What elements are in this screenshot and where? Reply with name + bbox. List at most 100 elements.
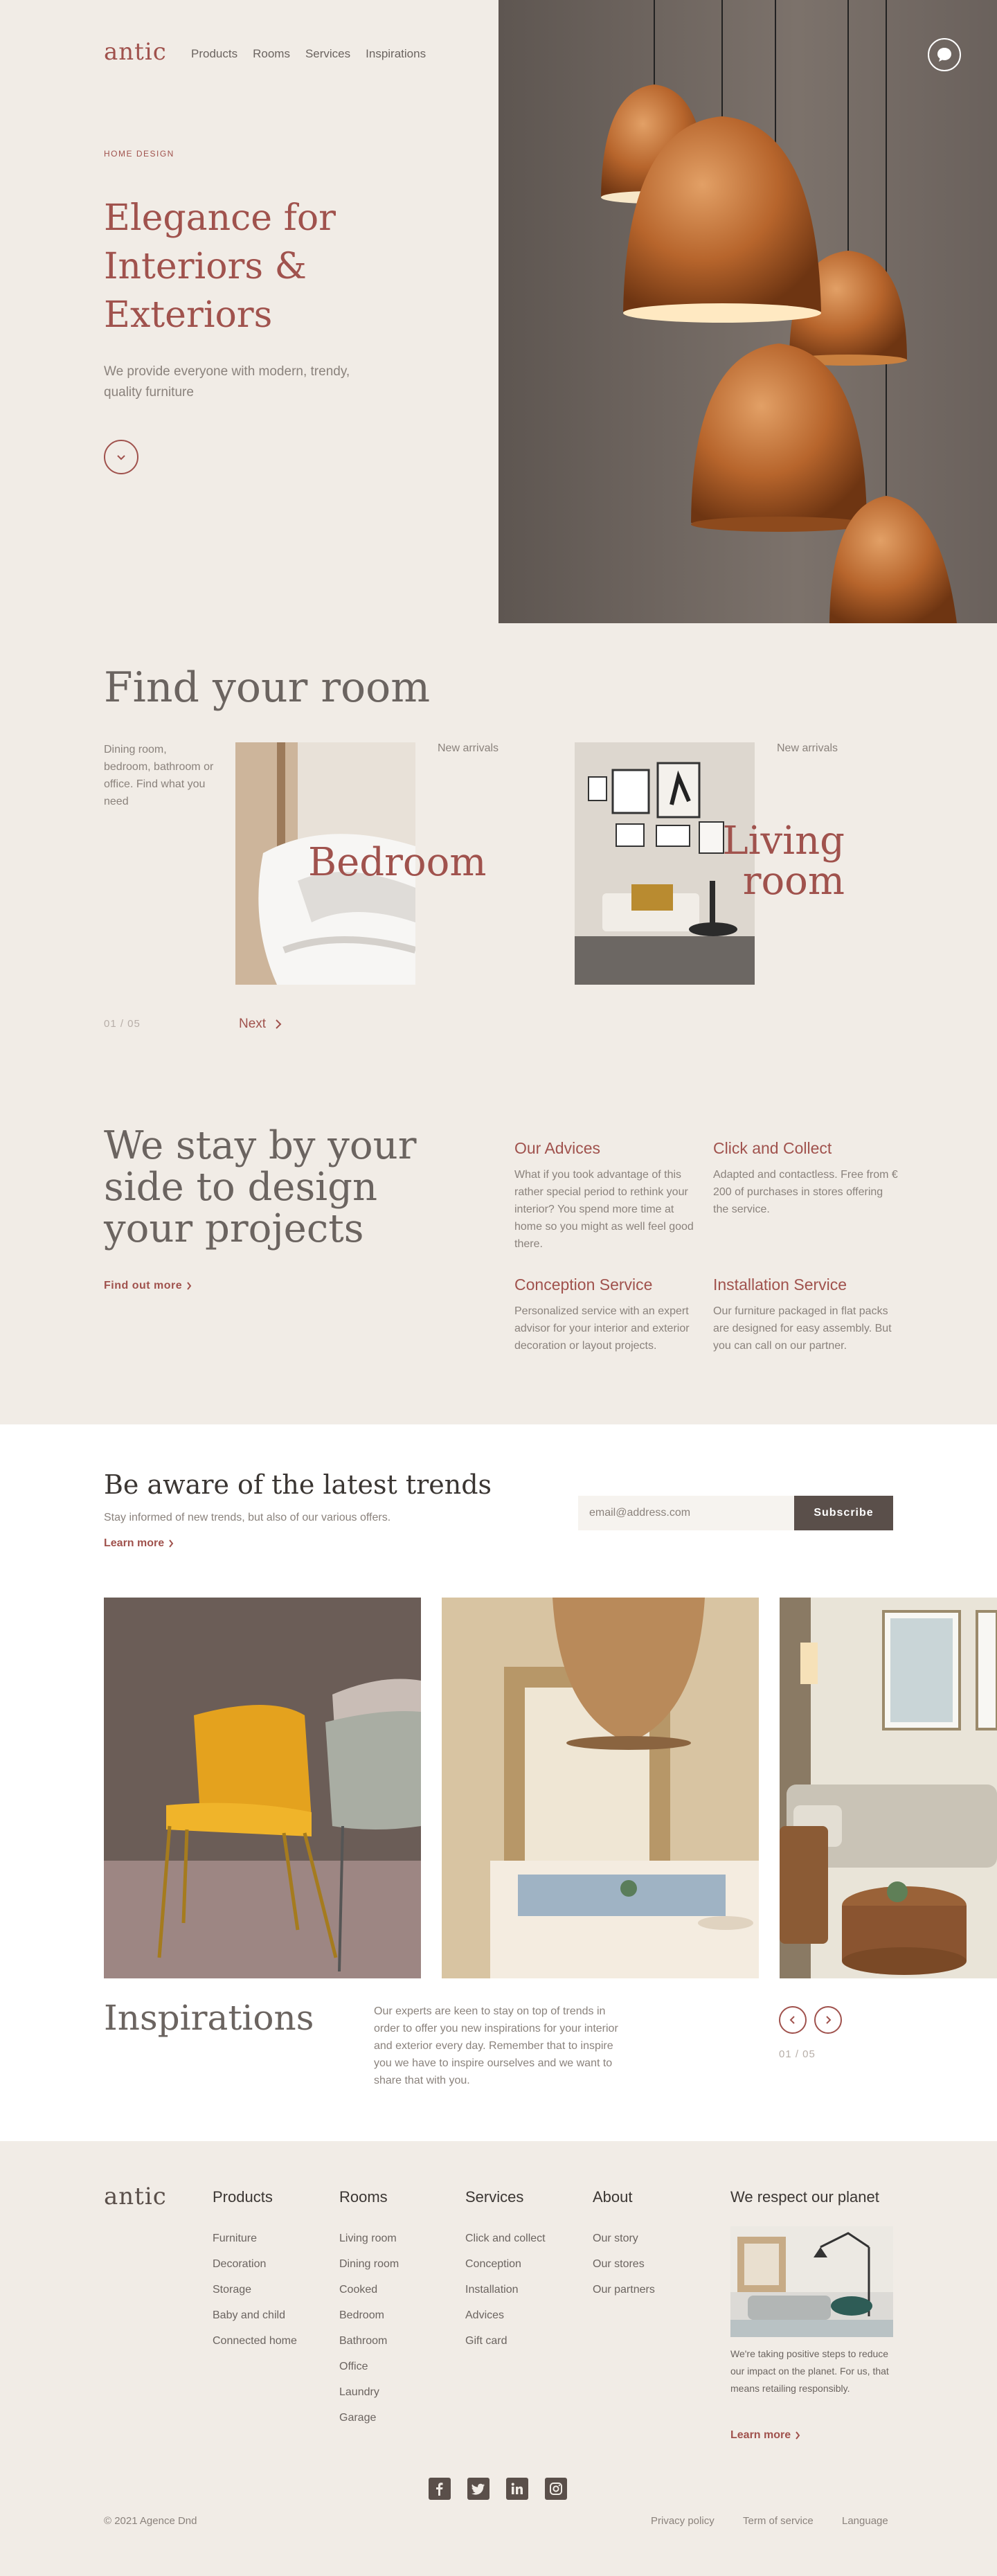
footer-link[interactable]: Click and collect (465, 2226, 546, 2251)
footer-link[interactable]: Furniture (213, 2226, 297, 2251)
room-tag: New arrivals (438, 742, 499, 754)
footer-link[interactable]: Garage (339, 2405, 399, 2431)
footer-column-services: Services Click and collect Conception In… (465, 2188, 546, 2354)
footer-link[interactable]: Installation (465, 2277, 546, 2302)
planet-image (730, 2226, 893, 2337)
logo[interactable]: antic (104, 38, 167, 66)
copyright: © 2021 Agence Dnd (104, 2515, 197, 2527)
footer-logo[interactable]: antic (104, 2183, 167, 2210)
nav-rooms[interactable]: Rooms (253, 47, 290, 61)
chevron-right-icon (276, 1019, 282, 1029)
chat-bubble-icon (937, 48, 951, 62)
planet-learn-more-link[interactable]: Learn more (730, 2429, 800, 2442)
room-name-bedroom[interactable]: Bedroom (308, 843, 486, 883)
service-text: What if you took advantage of this rathe… (514, 1169, 694, 1250)
room-tag: New arrivals (777, 742, 838, 754)
footer-link[interactable]: Our stores (593, 2251, 655, 2277)
rooms-title: Find your room (104, 663, 431, 712)
main-nav: Products Rooms Services Inspirations (191, 47, 426, 61)
inspiration-dining-image[interactable] (442, 1598, 759, 1978)
chevron-down-icon (117, 455, 125, 460)
service-conception: Conception Service Personalized service … (514, 1276, 700, 1354)
footer-link[interactable]: Cooked (339, 2277, 399, 2302)
chevron-right-icon (796, 2431, 800, 2440)
hero-lamps-image (498, 0, 997, 623)
email-input[interactable] (578, 1496, 794, 1530)
service-text: Our furniture packaged in flat packs are… (713, 1305, 892, 1352)
terms-of-service-link[interactable]: Term of service (743, 2515, 814, 2527)
room-name-living-room[interactable]: Living room (720, 821, 845, 902)
learn-more-label: Learn more (104, 1537, 165, 1549)
planet-title: We respect our planet (730, 2188, 879, 2206)
find-out-more-label: Find out more (104, 1280, 183, 1291)
service-title[interactable]: Installation Service (713, 1276, 899, 1294)
footer-link[interactable]: Our story (593, 2226, 655, 2251)
newsletter-title: Be aware of the latest trends (104, 1469, 492, 1500)
hero-subtitle: We provide everyone with modern, trendy,… (104, 364, 350, 400)
inspirations-title: Inspirations (104, 1998, 314, 2038)
footer-column-about: About Our story Our stores Our partners (593, 2188, 655, 2302)
footer-link[interactable]: Decoration (213, 2251, 297, 2277)
inspirations-text: Our experts are keen to stay on top of t… (374, 2005, 618, 2086)
footer-link[interactable]: Baby and child (213, 2302, 297, 2328)
nav-inspirations[interactable]: Inspirations (366, 47, 426, 61)
footer-link[interactable]: Living room (339, 2226, 399, 2251)
footer-column-title: Products (213, 2188, 273, 2206)
chat-button[interactable] (928, 38, 961, 71)
planet-text: We're taking positive steps to reduce ou… (730, 2348, 889, 2394)
footer-link[interactable]: Connected home (213, 2328, 297, 2354)
footer-link[interactable]: Gift card (465, 2328, 546, 2354)
service-text: Personalized service with an expert advi… (514, 1305, 690, 1352)
instagram-button[interactable] (545, 2478, 567, 2500)
instagram-icon (550, 2483, 562, 2495)
scroll-down-button[interactable] (104, 440, 138, 474)
inspiration-living-image[interactable] (780, 1598, 997, 1978)
next-slide-button[interactable] (814, 2006, 842, 2034)
nav-products[interactable]: Products (191, 47, 237, 61)
previous-button[interactable] (779, 2006, 807, 2034)
service-click-collect: Click and Collect Adapted and contactles… (713, 1139, 899, 1218)
chevron-right-icon (826, 2016, 832, 2024)
footer-column-title: Services (465, 2188, 524, 2206)
planet-learn-more-label: Learn more (730, 2429, 791, 2441)
inspirations-counter: 01 / 05 (779, 2048, 816, 2060)
footer-link[interactable]: Conception (465, 2251, 546, 2277)
footer-link[interactable]: Storage (213, 2277, 297, 2302)
nav-services[interactable]: Services (305, 47, 350, 61)
service-title[interactable]: Conception Service (514, 1276, 700, 1294)
next-button[interactable]: Next (239, 1017, 282, 1032)
service-text: Adapted and contactless. Free from € 200… (713, 1169, 898, 1215)
rooms-description: Dining room, bedroom, bathroom or office… (104, 744, 214, 807)
footer-link[interactable]: Office (339, 2354, 399, 2379)
footer-column-products: Products Furniture Decoration Storage Ba… (213, 2188, 297, 2354)
pendant-lamps-illustration (498, 0, 997, 623)
language-link[interactable]: Language (842, 2515, 888, 2527)
footer-link[interactable]: Our partners (593, 2277, 655, 2302)
facebook-button[interactable] (429, 2478, 451, 2500)
linkedin-icon (511, 2483, 523, 2494)
twitter-button[interactable] (467, 2478, 489, 2500)
footer-column-rooms: Rooms Living room Dining room Cooked Bed… (339, 2188, 399, 2431)
footer-column-title: About (593, 2188, 633, 2206)
footer-link[interactable]: Dining room (339, 2251, 399, 2277)
hero-eyebrow: HOME DESIGN (104, 149, 174, 159)
service-advices: Our Advices What if you took advantage o… (514, 1139, 700, 1253)
services-title: We stay by your side to design your proj… (104, 1123, 417, 1251)
chevron-right-icon (187, 1282, 192, 1290)
service-title[interactable]: Click and Collect (713, 1139, 899, 1158)
linkedin-button[interactable] (506, 2478, 528, 2500)
find-out-more-link[interactable]: Find out more (104, 1280, 192, 1292)
footer-link[interactable]: Advices (465, 2302, 546, 2328)
service-installation: Installation Service Our furniture packa… (713, 1276, 899, 1354)
subscribe-button[interactable]: Subscribe (794, 1496, 893, 1530)
learn-more-link[interactable]: Learn more (104, 1537, 174, 1550)
inspiration-chairs-image[interactable] (104, 1598, 421, 1978)
privacy-policy-link[interactable]: Privacy policy (651, 2515, 715, 2527)
service-title[interactable]: Our Advices (514, 1139, 700, 1158)
footer-column-title: Rooms (339, 2188, 388, 2206)
footer-link[interactable]: Bedroom (339, 2302, 399, 2328)
footer-link[interactable]: Bathroom (339, 2328, 399, 2354)
footer-link[interactable]: Laundry (339, 2379, 399, 2405)
facebook-icon (436, 2483, 443, 2496)
newsletter-subtitle: Stay informed of new trends, but also of… (104, 1512, 391, 1523)
